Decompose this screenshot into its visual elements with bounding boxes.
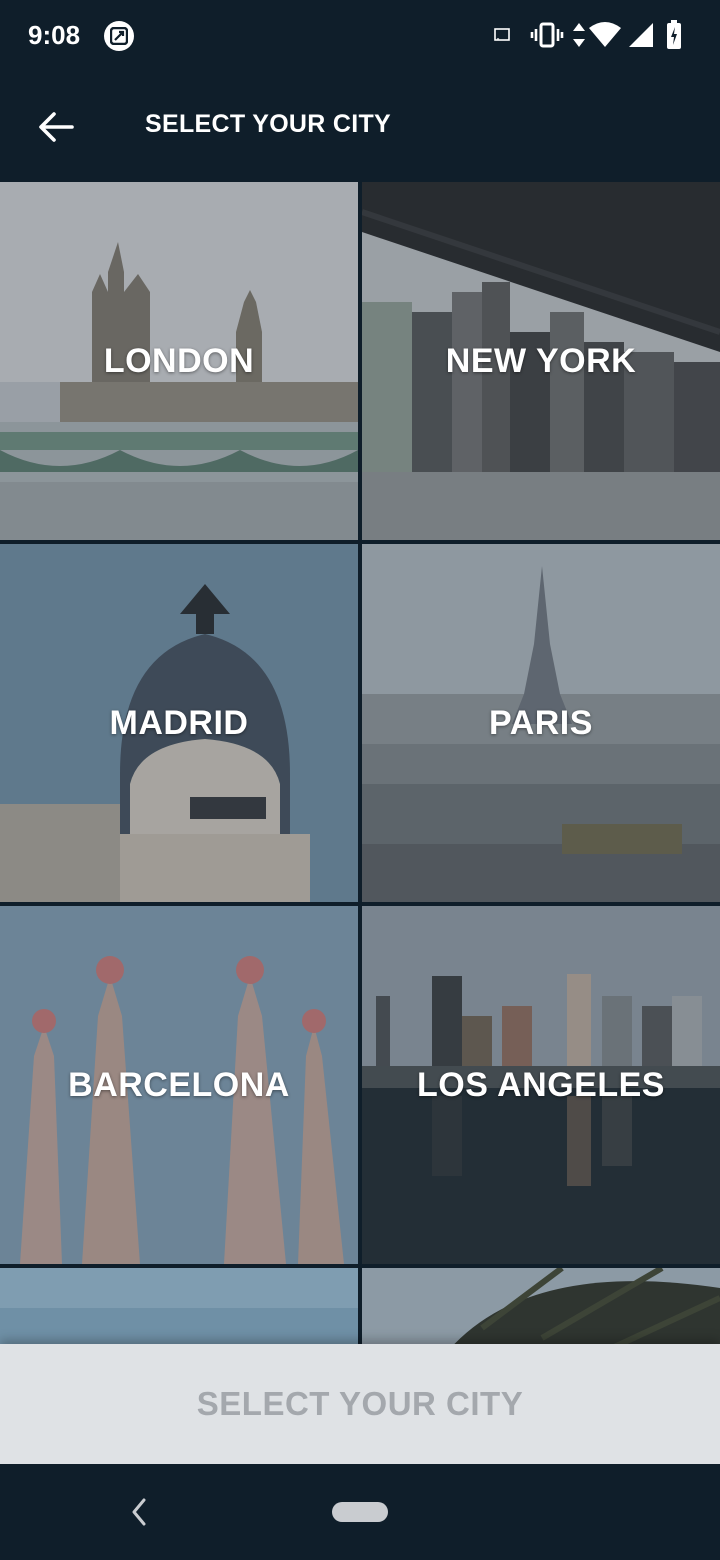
city-label: BARCELONA <box>68 1065 290 1104</box>
city-tile-new-york[interactable]: NEW YORK <box>362 182 720 540</box>
city-tile[interactable] <box>0 1268 358 1344</box>
status-icons <box>494 18 694 54</box>
city-tile-london[interactable]: LONDON <box>0 182 358 540</box>
arrow-left-icon <box>39 112 74 142</box>
city-label: LONDON <box>103 341 255 380</box>
system-nav-bar <box>0 1464 720 1560</box>
battery-icon <box>667 20 681 49</box>
wifi-icon <box>589 22 621 47</box>
cast-icon <box>494 28 510 41</box>
city-label: PARIS <box>489 703 593 742</box>
app-bar: SELECT YOUR CITY <box>0 72 720 182</box>
city-tile[interactable] <box>362 1268 720 1344</box>
city-grid: LONDON NEW YORK MADRID PARIS BARCELONA L… <box>0 182 720 1344</box>
city-label: LOS ANGELES <box>417 1065 665 1104</box>
select-city-button[interactable]: SELECT YOUR CITY <box>0 1344 720 1464</box>
nav-back-icon[interactable] <box>124 1494 154 1530</box>
photo-badge-icon <box>104 21 134 51</box>
city-label <box>362 1268 720 1344</box>
status-time: 9:08 <box>28 20 81 50</box>
status-bar: 9:08 <box>0 0 720 72</box>
city-tile-madrid[interactable]: MADRID <box>0 544 358 902</box>
nav-home-pill[interactable] <box>332 1502 388 1522</box>
signal-icon <box>629 23 653 47</box>
city-label: MADRID <box>109 703 249 742</box>
city-label <box>0 1268 358 1344</box>
vibrate-icon <box>530 22 564 48</box>
page-title: SELECT YOUR CITY <box>145 110 392 138</box>
city-tile-paris[interactable]: PARIS <box>362 544 720 902</box>
city-tile-barcelona[interactable]: BARCELONA <box>0 906 358 1264</box>
select-city-label: SELECT YOUR CITY <box>196 1385 524 1422</box>
back-button[interactable] <box>24 95 88 159</box>
city-label: NEW YORK <box>445 341 637 380</box>
data-arrows-icon <box>573 23 585 47</box>
city-tile-los-angeles[interactable]: LOS ANGELES <box>362 906 720 1264</box>
